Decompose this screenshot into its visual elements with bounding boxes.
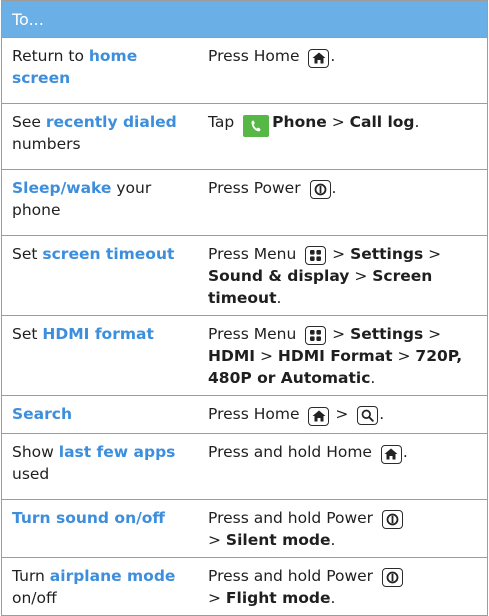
search-key-icon	[357, 406, 379, 425]
table-row: Turn sound on/off Press and hold Power >…	[2, 500, 487, 558]
action-text: numbers	[12, 135, 81, 153]
instruction-cell: Press Home .	[202, 38, 487, 103]
action-text: Return to	[12, 47, 89, 65]
instruction-text: Press Home	[208, 405, 305, 423]
table-row: Return to home screen Press Home .	[2, 38, 487, 104]
instruction-text: Press and hold Power	[208, 509, 378, 527]
power-key-icon	[381, 568, 403, 587]
action-text: Set	[12, 325, 43, 343]
instruction-text: .	[331, 179, 337, 197]
instruction-text: >	[392, 347, 416, 365]
table-header: To...	[2, 1, 487, 38]
action-highlight: airplane mode	[49, 567, 176, 585]
instruction-text: >	[326, 113, 350, 131]
action-highlight: Turn sound on/off	[12, 509, 165, 527]
instruction-text: >	[327, 245, 351, 263]
instruction-bold: Flight mode	[225, 589, 331, 607]
instruction-cell: Press and hold Power > Flight mode.	[202, 558, 487, 615]
phone-app-icon	[243, 115, 270, 137]
instruction-cell: Tap Phone > Call log.	[202, 104, 487, 169]
instruction-cell: Press Menu > Settings > Sound & display …	[202, 236, 487, 315]
action-text: on/off	[12, 589, 57, 607]
action-highlight: last few apps	[58, 443, 176, 461]
power-key-icon	[309, 180, 331, 199]
table-row: See recently dialed numbers Tap Phone > …	[2, 104, 487, 170]
header-title: To...	[12, 10, 44, 29]
action-cell: Turn airplane mode on/off	[2, 558, 202, 615]
instruction-cell: Press Menu > Settings > HDMI > HDMI Form…	[202, 316, 487, 395]
instruction-text: >	[208, 589, 226, 607]
action-cell: Search	[2, 396, 202, 433]
instruction-text: Tap	[208, 113, 240, 131]
instruction-bold: Sound & display	[208, 267, 350, 285]
instruction-bold: Call log	[349, 113, 415, 131]
instruction-text: Press Power	[208, 179, 306, 197]
action-cell: See recently dialed numbers	[2, 104, 202, 169]
home-key-icon	[308, 406, 330, 426]
instruction-text: .	[276, 289, 282, 307]
power-key-icon	[381, 510, 403, 529]
instruction-text: .	[414, 113, 420, 131]
instruction-cell: Press and hold Power > Silent mode.	[202, 500, 487, 557]
table-row: Set HDMI format Press Menu > Settings > …	[2, 316, 487, 396]
instruction-text: >	[255, 347, 278, 365]
instruction-text: .	[370, 369, 376, 387]
instruction-text: .	[330, 589, 336, 607]
action-cell: Show last few apps used	[2, 434, 202, 499]
instruction-text: Press and hold Home	[208, 443, 377, 461]
instruction-text: >	[423, 325, 442, 343]
instruction-text: >	[349, 267, 373, 285]
action-text: Turn	[12, 567, 50, 585]
action-highlight: recently dialed	[45, 113, 177, 131]
instruction-bold: HDMI Format	[277, 347, 393, 365]
table-row: Search Press Home > .	[2, 396, 487, 434]
home-key-icon	[380, 444, 402, 464]
action-highlight: HDMI format	[42, 325, 154, 343]
instruction-text: .	[379, 405, 385, 423]
action-highlight: Search	[12, 405, 73, 423]
instruction-text: >	[423, 245, 442, 263]
instruction-bold: Settings	[350, 325, 424, 343]
menu-key-icon	[305, 246, 327, 265]
instruction-text: Press Home	[208, 47, 305, 65]
instruction-text: .	[330, 47, 336, 65]
instruction-bold: Silent mode	[225, 531, 331, 549]
instruction-text: .	[402, 443, 408, 461]
instruction-text: Press Menu	[208, 245, 302, 263]
action-highlight: Sleep/wake	[12, 179, 112, 197]
instruction-cell: Press Home > .	[202, 396, 487, 433]
instruction-text: >	[327, 325, 351, 343]
shortcuts-table: To... Return to home screen Press Home .…	[1, 0, 488, 616]
instruction-cell: Press Power .	[202, 170, 487, 235]
instruction-text: Press Menu	[208, 325, 302, 343]
instruction-bold: HDMI	[208, 347, 256, 365]
instruction-cell: Press and hold Home .	[202, 434, 487, 499]
instruction-text: >	[330, 405, 354, 423]
action-cell: Sleep/wake your phone	[2, 170, 202, 235]
action-cell: Turn sound on/off	[2, 500, 202, 557]
table-row: Set screen timeout Press Menu > Settings…	[2, 236, 487, 316]
menu-key-icon	[305, 326, 327, 345]
action-text: Set	[12, 245, 43, 263]
instruction-text: Press and hold Power	[208, 567, 378, 585]
table-row: Show last few apps used Press and hold H…	[2, 434, 487, 500]
home-key-icon	[308, 48, 330, 68]
table-row: Sleep/wake your phone Press Power .	[2, 170, 487, 236]
action-text: Show	[12, 443, 59, 461]
instruction-bold: Phone	[272, 113, 327, 131]
action-text: used	[12, 465, 50, 483]
table-row: Turn airplane mode on/off Press and hold…	[2, 558, 487, 616]
action-cell: Return to home screen	[2, 38, 202, 103]
action-cell: Set HDMI format	[2, 316, 202, 395]
action-cell: Set screen timeout	[2, 236, 202, 315]
action-highlight: screen timeout	[42, 245, 175, 263]
instruction-bold: Settings	[350, 245, 424, 263]
instruction-text: >	[208, 531, 226, 549]
instruction-text: .	[330, 531, 336, 549]
action-text: See	[12, 113, 46, 131]
